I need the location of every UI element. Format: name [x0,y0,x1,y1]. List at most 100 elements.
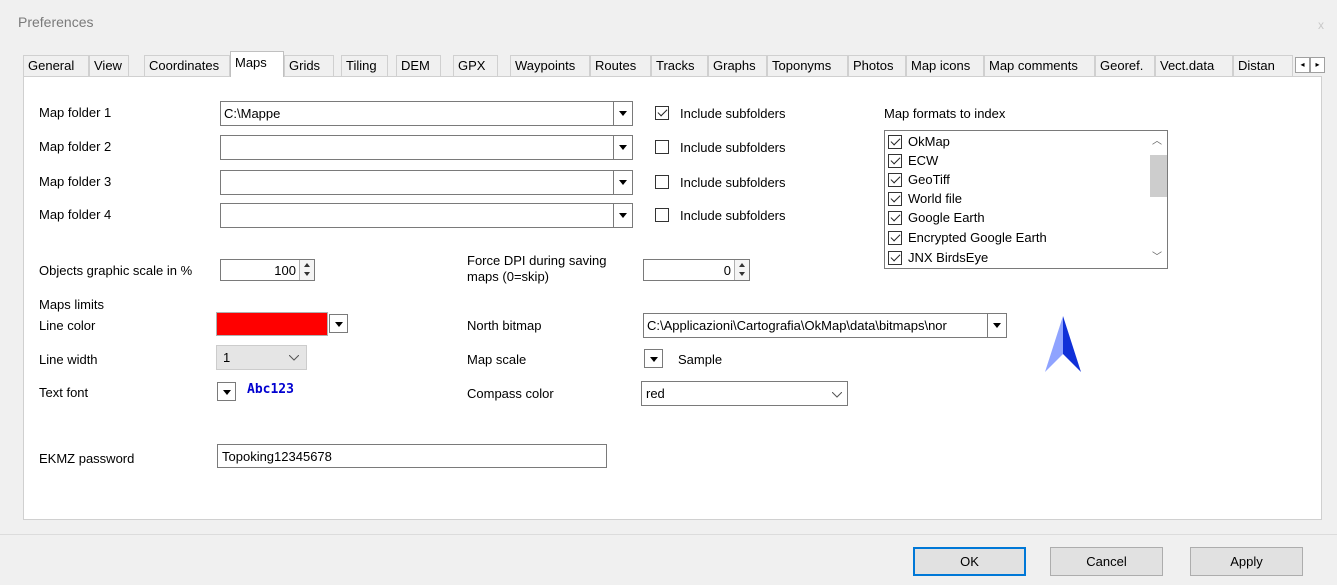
tab-general[interactable]: General [23,55,89,77]
tab-graphs[interactable]: Graphs [708,55,767,77]
format-label: Encrypted Google Earth [908,230,1047,245]
include-subfolders-1-label: Include subfolders [680,106,786,121]
chevron-down-icon [832,392,842,398]
dpi-label: Force DPI during saving maps (0=skip) [467,253,606,285]
scale-label: Objects graphic scale in % [39,263,193,278]
map-folder-3-label: Map folder 3 [39,174,112,189]
include-subfolders-4-checkbox[interactable] [655,208,669,222]
line-width-value: 1 [223,350,231,365]
tab-tracks[interactable]: Tracks [651,55,708,77]
north-arrow-icon [1045,316,1081,372]
scroll-thumb[interactable] [1150,155,1167,197]
list-scrollbar[interactable]: ︿ ﹀ [1147,131,1167,268]
dpi-label-line1: Force DPI during saving [467,253,607,268]
format-checkbox[interactable] [888,154,902,168]
format-checkbox[interactable] [888,173,902,187]
divider [0,534,1337,535]
map-scale-sample: Sample [678,352,723,367]
tab-distance[interactable]: Distan [1233,55,1293,77]
format-checkbox[interactable] [888,192,902,206]
include-subfolders-4-label: Include subfolders [680,208,786,223]
tab-scroll-right-icon[interactable]: ▸ [1310,57,1325,73]
tab-view[interactable]: View [89,55,129,77]
ekmz-password-label: EKMZ password [39,451,135,466]
chevron-down-icon[interactable] [613,102,632,125]
tab-toponyms[interactable]: Toponyms [767,55,848,77]
format-checkbox[interactable] [888,135,902,149]
tab-gpx[interactable]: GPX [453,55,498,77]
scroll-up-icon[interactable]: ︿ [1152,137,1162,147]
tab-waypoints[interactable]: Waypoints [510,55,590,77]
compass-color-select[interactable]: red [641,381,848,406]
map-folder-2-label: Map folder 2 [39,139,112,154]
include-subfolders-1-checkbox[interactable] [655,106,669,120]
ekmz-password-input[interactable] [218,445,606,467]
include-subfolders-2-label: Include subfolders [680,140,786,155]
close-icon[interactable]: x [1310,14,1332,36]
tab-map-comments[interactable]: Map comments [984,55,1095,77]
tab-coordinates[interactable]: Coordinates [144,55,230,77]
scale-value: 100 [274,263,296,278]
text-font-dropdown[interactable] [217,382,236,401]
tab-strip: General View Coordinates Maps Grids Tili… [23,51,1325,77]
format-label: Google Earth [908,210,985,225]
ok-button[interactable]: OK [913,547,1026,576]
format-label: JNX BirdsEye [908,250,989,265]
tab-scroll-left-icon[interactable]: ◂ [1295,57,1310,73]
scroll-down-icon[interactable]: ﹀ [1152,253,1162,263]
tab-routes[interactable]: Routes [590,55,651,77]
format-label: OkMap [908,134,950,149]
tab-dem[interactable]: DEM [396,55,441,77]
line-color-swatch[interactable] [216,312,328,336]
map-scale-label: Map scale [467,352,527,367]
north-bitmap-label: North bitmap [467,318,542,333]
format-checkbox[interactable] [888,231,902,245]
line-color-dropdown[interactable] [329,314,348,333]
tab-vect-data[interactable]: Vect.data [1155,55,1233,77]
format-checkbox[interactable] [888,211,902,225]
map-folder-4-label: Map folder 4 [39,207,112,222]
map-scale-dropdown[interactable] [644,349,663,368]
map-folder-3-combo[interactable] [220,170,633,195]
apply-button[interactable]: Apply [1190,547,1303,576]
north-bitmap-combo[interactable]: C:\Applicazioni\Cartografia\OkMap\data\b… [643,313,1007,338]
include-subfolders-3-checkbox[interactable] [655,175,669,189]
chevron-down-icon[interactable] [613,204,632,227]
chevron-down-icon[interactable] [987,314,1006,337]
tab-tiling[interactable]: Tiling [341,55,388,77]
cancel-button[interactable]: Cancel [1050,547,1163,576]
window-title: Preferences [18,14,94,30]
map-folder-4-combo[interactable] [220,203,633,228]
line-color-label: Line color [39,318,96,333]
map-folder-1-combo[interactable]: C:\Mappe [220,101,633,126]
scale-stepper[interactable]: 100 [220,259,315,281]
include-subfolders-2-checkbox[interactable] [655,140,669,154]
map-folder-1-value: C:\Mappe [224,106,281,121]
tab-grids[interactable]: Grids [284,55,334,77]
dpi-label-line2: maps (0=skip) [467,269,549,284]
dpi-stepper[interactable]: 0 [643,259,750,281]
stepper-arrows-icon[interactable] [299,260,314,280]
line-width-select[interactable]: 1 [216,345,307,370]
ekmz-password-field[interactable] [217,444,607,468]
text-font-label: Text font [39,385,89,400]
format-checkbox[interactable] [888,251,902,265]
tab-photos[interactable]: Photos [848,55,906,77]
tab-georef[interactable]: Georef. [1095,55,1155,77]
format-label: GeoTiff [908,172,950,187]
chevron-down-icon [289,355,299,361]
text-font-sample: Abc123 [247,382,294,397]
format-label: World file [908,191,962,206]
map-formats-list[interactable]: OkMap ECW GeoTiff World file Google Eart… [884,130,1168,269]
chevron-down-icon[interactable] [613,136,632,159]
map-formats-label: Map formats to index [884,106,1006,121]
stepper-arrows-icon[interactable] [734,260,749,280]
chevron-down-icon[interactable] [613,171,632,194]
map-folder-2-combo[interactable] [220,135,633,160]
format-label: ECW [908,153,939,168]
tab-maps[interactable]: Maps [230,51,284,77]
map-folder-1-label: Map folder 1 [39,105,112,120]
line-width-label: Line width [39,352,98,367]
tab-map-icons[interactable]: Map icons [906,55,984,77]
compass-color-value: red [646,386,665,401]
